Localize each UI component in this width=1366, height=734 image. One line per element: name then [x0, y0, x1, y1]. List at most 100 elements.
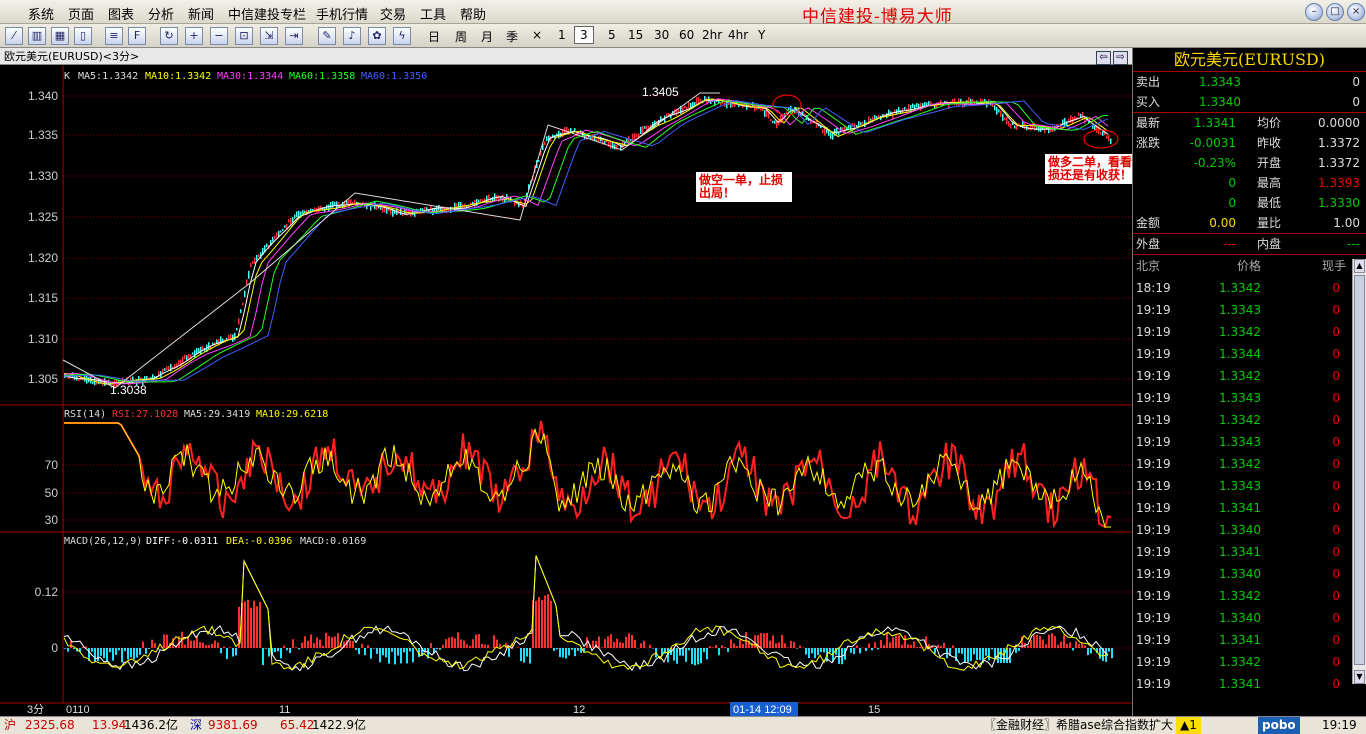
refresh-icon[interactable]: ↻: [160, 27, 178, 45]
tick-row[interactable]: 19:19 1.3340 0: [1133, 519, 1366, 541]
news-ticker[interactable]: 〖金融财经〗希腊ase综合指数扩大: [984, 717, 1174, 734]
maximize-icon[interactable]: □: [1326, 3, 1344, 21]
tick-row[interactable]: 19:19 1.3342 0: [1133, 321, 1366, 343]
chart-title: 欧元美元(EURUSD)<3分>: [4, 50, 140, 63]
period-30[interactable]: 30: [654, 28, 669, 42]
scroll-thumb[interactable]: [1354, 275, 1365, 665]
menu-citic-column[interactable]: 中信建投专栏: [228, 4, 306, 23]
menu-trade[interactable]: 交易: [380, 4, 406, 23]
menu-analysis[interactable]: 分析: [148, 4, 174, 23]
news-icon[interactable]: ≡: [105, 27, 123, 45]
tick-vol: 0: [1332, 347, 1340, 361]
tick-row[interactable]: 19:19 1.3342 0: [1133, 409, 1366, 431]
tick-row[interactable]: 19:19 1.3343 0: [1133, 475, 1366, 497]
tick-row[interactable]: 19:19 1.3342 0: [1133, 585, 1366, 607]
left-arrow-icon[interactable]: ⇦: [1096, 51, 1111, 65]
tick-list[interactable]: 18:19 1.3342 0 19:19 1.3343 0 19:19 1.3342 0 19:1…: [1133, 277, 1366, 695]
tick-row[interactable]: 19:19 1.3343 0: [1133, 387, 1366, 409]
period-15[interactable]: 15: [628, 28, 643, 42]
period-season[interactable]: 季: [506, 28, 518, 45]
tick-row[interactable]: 18:19 1.3342 0: [1133, 277, 1366, 299]
period-3[interactable]: 3: [574, 26, 594, 44]
period-60[interactable]: 60: [679, 28, 694, 42]
tick-row[interactable]: 19:19 1.3342 0: [1133, 365, 1366, 387]
line-chart-icon[interactable]: ⁄: [5, 27, 23, 45]
minimize-icon[interactable]: –: [1305, 3, 1323, 21]
tick-row[interactable]: 19:19 1.3340 0: [1133, 607, 1366, 629]
tick-time: 19:19: [1136, 457, 1171, 471]
tick-row[interactable]: 19:19 1.3340 0: [1133, 563, 1366, 585]
period-month[interactable]: 月: [481, 28, 493, 45]
period-4hr[interactable]: 4hr: [728, 28, 748, 42]
sh-change: 13.94: [92, 718, 127, 732]
menu-news[interactable]: 新闻: [188, 4, 214, 23]
lightning-icon[interactable]: ϟ: [393, 27, 411, 45]
zoom-in-icon[interactable]: +: [185, 27, 203, 45]
quote-label: 最高: [1257, 176, 1282, 190]
close-icon[interactable]: ×: [1347, 3, 1365, 21]
tick-row[interactable]: 19:19 1.3343 0: [1133, 299, 1366, 321]
quote-value: 0: [1228, 196, 1236, 210]
legend-rsi: RSI:27.1028: [112, 409, 178, 420]
tick-time: 19:19: [1136, 413, 1171, 427]
tick-row[interactable]: 19:19 1.3342 0: [1133, 651, 1366, 673]
import-icon[interactable]: ⇥: [285, 27, 303, 45]
tick-time: 19:19: [1136, 435, 1171, 449]
tick-row[interactable]: 19:19 1.3341 0: [1133, 673, 1366, 695]
menu-tools[interactable]: 工具: [420, 4, 446, 23]
menu-system[interactable]: 系统: [28, 4, 54, 23]
f10-icon[interactable]: F: [128, 27, 146, 45]
tick-row[interactable]: 19:19 1.3341 0: [1133, 541, 1366, 563]
alert-count[interactable]: ▲1: [1176, 717, 1201, 734]
bar-chart-icon[interactable]: ▥: [28, 27, 46, 45]
price-tick: 1.340: [28, 89, 58, 103]
right-arrow-icon[interactable]: ⇨: [1113, 51, 1128, 65]
period-2hr[interactable]: 2hr: [702, 28, 722, 42]
quote-label: 最低: [1257, 196, 1282, 210]
period-week[interactable]: 周: [455, 28, 467, 45]
candle-icon[interactable]: ▯: [74, 27, 92, 45]
tick-row[interactable]: 19:19 1.3344 0: [1133, 343, 1366, 365]
tick-scrollbar[interactable]: ▲ ▼: [1352, 259, 1366, 684]
sh-label: 沪: [4, 718, 17, 732]
tick-time: 18:19: [1136, 281, 1171, 295]
scroll-up-icon[interactable]: ▲: [1354, 259, 1365, 273]
quote-row: 0 最低 1.3330: [1133, 193, 1366, 213]
tick-row[interactable]: 19:19 1.3343 0: [1133, 431, 1366, 453]
alarm-icon[interactable]: ♪: [343, 27, 361, 45]
export-icon[interactable]: ⇲: [260, 27, 278, 45]
indicators-icon[interactable]: ✿: [368, 27, 386, 45]
amount-value: 0.00: [1209, 216, 1236, 230]
tick-time: 19:19: [1136, 655, 1171, 669]
period-day[interactable]: 日: [428, 28, 440, 45]
tick-price: 1.3342: [1219, 325, 1261, 339]
tick-row[interactable]: 19:19 1.3341 0: [1133, 497, 1366, 519]
draw-icon[interactable]: ✎: [318, 27, 336, 45]
scroll-down-icon[interactable]: ▼: [1354, 670, 1365, 684]
tick-row[interactable]: 19:19 1.3341 0: [1133, 629, 1366, 651]
period-close[interactable]: ×: [532, 28, 542, 42]
tick-vol: 0: [1332, 567, 1340, 581]
sh-amount: 1436.2亿: [124, 718, 178, 732]
quote-row: -0.23% 开盘 1.3372: [1133, 153, 1366, 173]
menu-page[interactable]: 页面: [68, 4, 94, 23]
menu-help[interactable]: 帮助: [460, 4, 486, 23]
period-5[interactable]: 5: [608, 28, 616, 42]
menu-chart[interactable]: 图表: [108, 4, 134, 23]
tick-row[interactable]: 19:19 1.3342 0: [1133, 453, 1366, 475]
quote-value: 1.3372: [1318, 156, 1360, 170]
chart-canvas[interactable]: 1.340 1.335 1.330 1.325 1.320 1.315 1.31…: [0, 65, 1132, 716]
grid-icon[interactable]: ▦: [51, 27, 69, 45]
ratio-value: 1.00: [1333, 216, 1360, 230]
zoom-out-icon[interactable]: −: [210, 27, 228, 45]
select-icon[interactable]: ⊡: [235, 27, 253, 45]
inner-value: ---: [1347, 237, 1360, 251]
low-label: 1.3038: [110, 383, 147, 397]
chart-pane[interactable]: 欧元美元(EURUSD)<3分> ⇦ ⇨ 1.340 1.335 1.330 1…: [0, 48, 1170, 716]
period-year[interactable]: Y: [758, 28, 765, 42]
tick-time: 19:19: [1136, 369, 1171, 383]
price-tick: 1.320: [28, 251, 58, 265]
legend-rsi-ma5: MA5:29.3419: [184, 409, 250, 420]
period-1[interactable]: 1: [558, 28, 566, 42]
menu-mobile-quotes[interactable]: 手机行情: [316, 4, 368, 23]
